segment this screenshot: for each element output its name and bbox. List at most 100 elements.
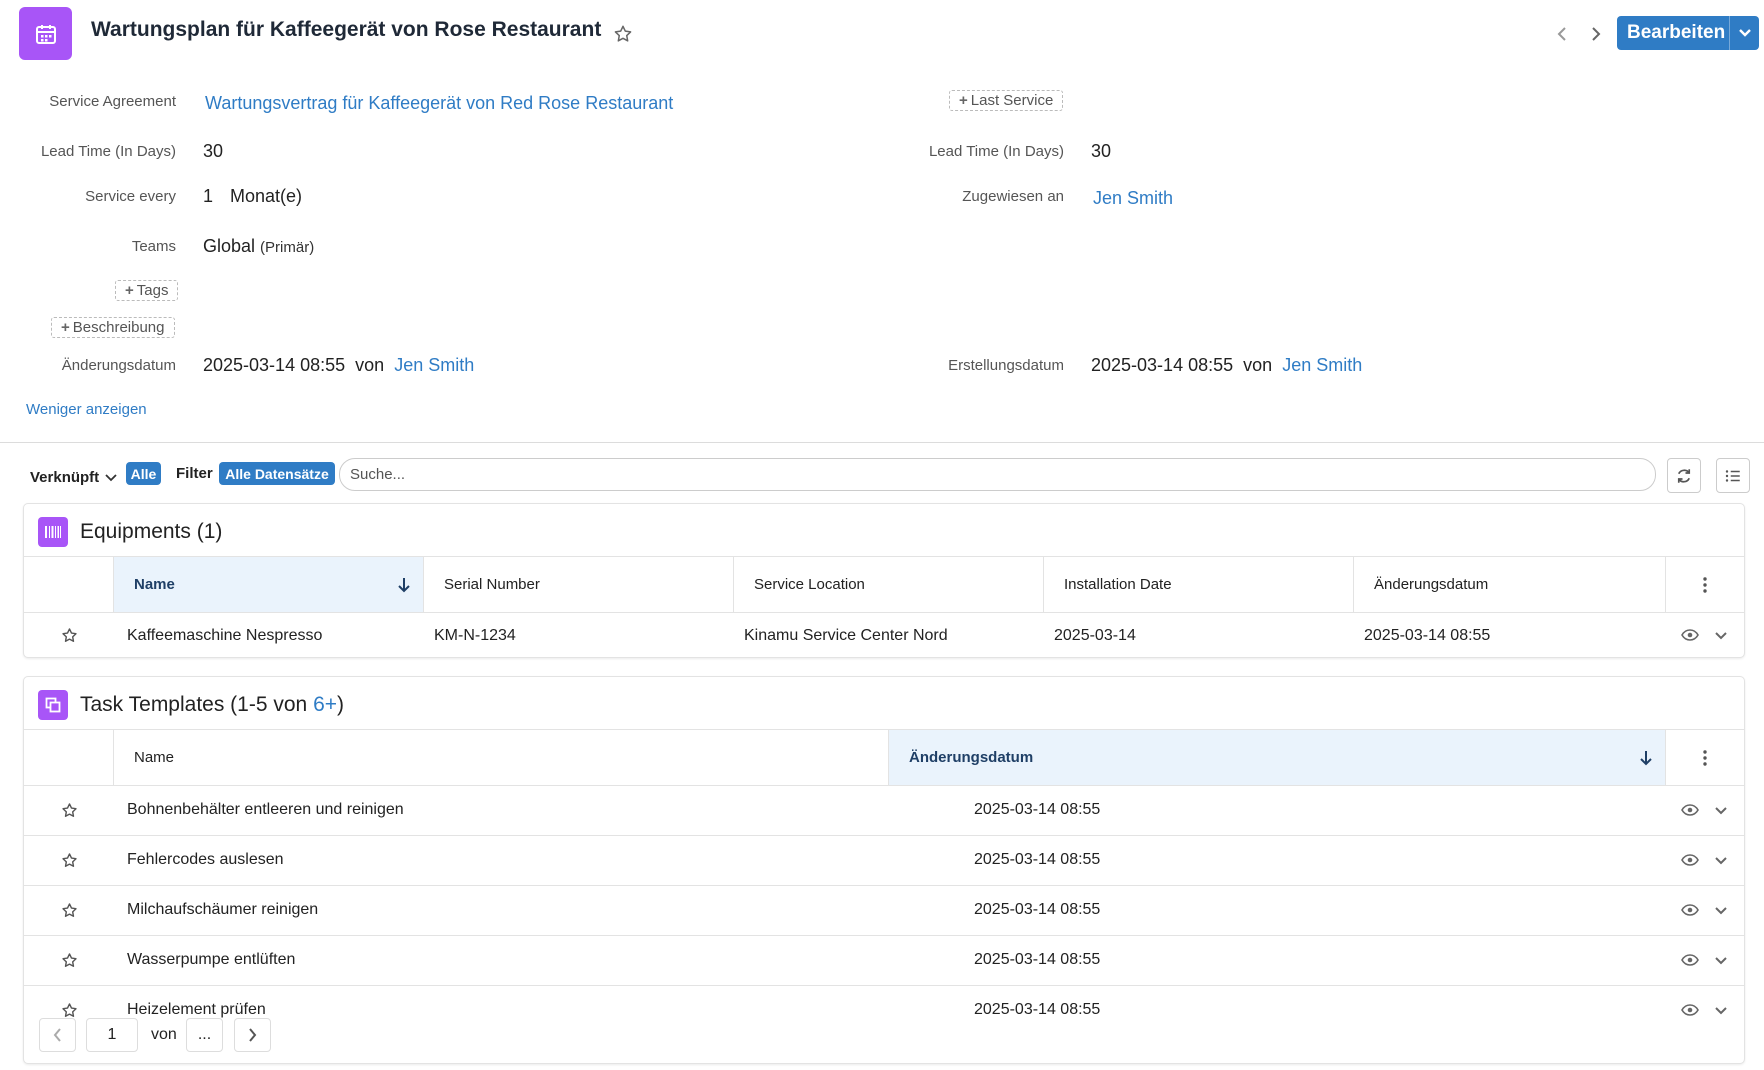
more-vertical-icon — [1703, 576, 1707, 593]
task-modified: 2025-03-14 08:55 — [974, 801, 1101, 818]
header-select-cell — [24, 730, 114, 785]
chevron-right-icon — [249, 1028, 257, 1042]
teams-label: Teams — [131, 238, 176, 255]
task-name-link[interactable]: Wasserpumpe entlüften — [127, 951, 295, 969]
eye-icon[interactable] — [1679, 999, 1701, 1021]
title-count-link[interactable]: 6+ — [313, 693, 337, 716]
add-tags-button[interactable]: + Tags — [115, 280, 179, 301]
linked-dropdown[interactable]: Verknüpft — [30, 469, 117, 486]
created-date: 2025-03-14 08:55 — [1091, 355, 1234, 375]
task-templates-panel: Task Templates (1-5 von 6+) Name Änderun… — [23, 676, 1745, 1064]
pager-page-input[interactable]: 1 — [86, 1018, 138, 1052]
chevron-down-icon — [105, 473, 117, 481]
service-agreement-link[interactable]: Wartungsvertrag für Kaffeegerät von Red … — [205, 93, 673, 114]
lead-time-value-2: 30 — [1091, 141, 1112, 161]
service-every-label: Service every — [85, 188, 176, 205]
column-options-button[interactable] — [1666, 557, 1744, 612]
modified-by-word: von — [355, 355, 385, 375]
row-star-icon[interactable] — [59, 1000, 79, 1020]
edit-button[interactable]: Bearbeiten — [1617, 16, 1759, 50]
calendar-icon — [19, 7, 72, 60]
row-star-icon[interactable] — [59, 900, 79, 920]
show-less-link[interactable]: Weniger anzeigen — [26, 401, 147, 418]
column-header-modified[interactable]: Änderungsdatum — [1354, 557, 1666, 612]
refresh-button[interactable] — [1667, 458, 1701, 493]
search-input[interactable] — [339, 458, 1656, 491]
page-title: Wartungsplan für Kaffeegerät von Rose Re… — [91, 18, 602, 41]
table-row: Wasserpumpe entlüften 2025-03-14 08:55 — [24, 936, 1744, 986]
column-header-name[interactable]: Name — [114, 730, 889, 785]
task-templates-table-header: Name Änderungsdatum — [24, 730, 1744, 785]
list-view-button[interactable] — [1716, 458, 1750, 493]
task-modified: 2025-03-14 08:55 — [974, 901, 1101, 918]
column-header-install-date[interactable]: Installation Date — [1044, 557, 1354, 612]
lead-time-label-2: Lead Time (In Days) — [928, 143, 1064, 160]
task-modified: 2025-03-14 08:55 — [974, 951, 1101, 968]
table-row: Heizelement prüfen 2025-03-14 08:55 — [24, 986, 1744, 1036]
assigned-user-link[interactable]: Jen Smith — [1093, 188, 1173, 209]
header-select-cell — [24, 557, 114, 612]
last-service-label: Last Service — [970, 92, 1054, 109]
filter-label: Filter — [176, 465, 213, 482]
row-star-icon[interactable] — [59, 625, 79, 645]
column-header-name[interactable]: Name — [114, 557, 424, 612]
chevron-down-icon[interactable] — [1710, 899, 1732, 921]
title-suffix: ) — [337, 693, 345, 716]
edit-button-label: Bearbeiten — [1627, 22, 1726, 43]
chevron-left-icon — [53, 1028, 61, 1042]
all-pill[interactable]: Alle — [126, 462, 161, 485]
task-name-link[interactable]: Milchaufschäumer reinigen — [127, 901, 318, 919]
previous-record-button[interactable] — [1550, 22, 1574, 46]
next-record-button[interactable] — [1584, 22, 1608, 46]
eye-icon[interactable] — [1679, 949, 1701, 971]
task-name-link[interactable]: Heizelement prüfen — [127, 1001, 266, 1019]
lead-time-value: 30 — [203, 141, 224, 161]
pager-total[interactable]: ... — [186, 1018, 223, 1052]
chevron-down-icon[interactable] — [1710, 624, 1732, 646]
column-options-button[interactable] — [1666, 730, 1744, 785]
title-prefix: Task Templates (1-5 von — [80, 693, 314, 716]
task-name-link[interactable]: Fehlercodes auslesen — [127, 851, 284, 869]
equipment-name-link[interactable]: Kaffeemaschine Nespresso — [127, 627, 322, 645]
add-description-button[interactable]: + Beschreibung — [51, 317, 175, 338]
list-icon — [1725, 469, 1740, 482]
equipment-install-date: 2025-03-14 — [1054, 627, 1136, 644]
task-modified: 2025-03-14 08:55 — [974, 851, 1101, 868]
add-last-service-button[interactable]: + Last Service — [949, 90, 1064, 111]
all-records-pill[interactable]: Alle Datensätze — [219, 462, 335, 485]
eye-icon[interactable] — [1679, 624, 1701, 646]
modified-by-link[interactable]: Jen Smith — [394, 355, 474, 375]
column-header-modified[interactable]: Änderungsdatum — [889, 730, 1666, 785]
sort-descending-icon — [398, 577, 410, 592]
row-star-icon[interactable] — [59, 850, 79, 870]
column-header-location[interactable]: Service Location — [734, 557, 1044, 612]
linked-label: Verknüpft — [30, 469, 100, 486]
eye-icon[interactable] — [1679, 899, 1701, 921]
column-name-label: Name — [134, 576, 175, 593]
barcode-icon — [38, 517, 68, 547]
more-vertical-icon — [1703, 749, 1707, 766]
row-star-icon[interactable] — [59, 800, 79, 820]
eye-icon[interactable] — [1679, 849, 1701, 871]
task-name-link[interactable]: Bohnenbehälter entleeren und reinigen — [127, 801, 404, 819]
chevron-down-icon[interactable] — [1710, 949, 1732, 971]
modified-label: Änderungsdatum — [61, 357, 176, 374]
chevron-down-icon[interactable] — [1729, 16, 1759, 50]
modified-value: 2025-03-14 08:55 von Jen Smith — [203, 355, 474, 376]
chevron-down-icon[interactable] — [1710, 999, 1732, 1021]
created-by-link[interactable]: Jen Smith — [1282, 355, 1362, 375]
chevron-down-icon[interactable] — [1710, 849, 1732, 871]
chevron-down-icon[interactable] — [1710, 799, 1732, 821]
row-star-icon[interactable] — [59, 950, 79, 970]
copy-icon — [38, 690, 68, 720]
column-header-serial[interactable]: Serial Number — [424, 557, 734, 612]
favorite-star-icon[interactable] — [610, 21, 636, 47]
tags-label: Tags — [136, 282, 169, 299]
equipments-title: Equipments (1) — [80, 520, 223, 543]
eye-icon[interactable] — [1679, 799, 1701, 821]
teams-value: Global (Primär) — [203, 236, 314, 257]
pager-prev-button[interactable] — [39, 1018, 76, 1052]
service-every-unit: Monat(e) — [230, 186, 303, 206]
equipment-location-link[interactable]: Kinamu Service Center Nord — [744, 627, 948, 645]
pager-next-button[interactable] — [234, 1018, 271, 1052]
